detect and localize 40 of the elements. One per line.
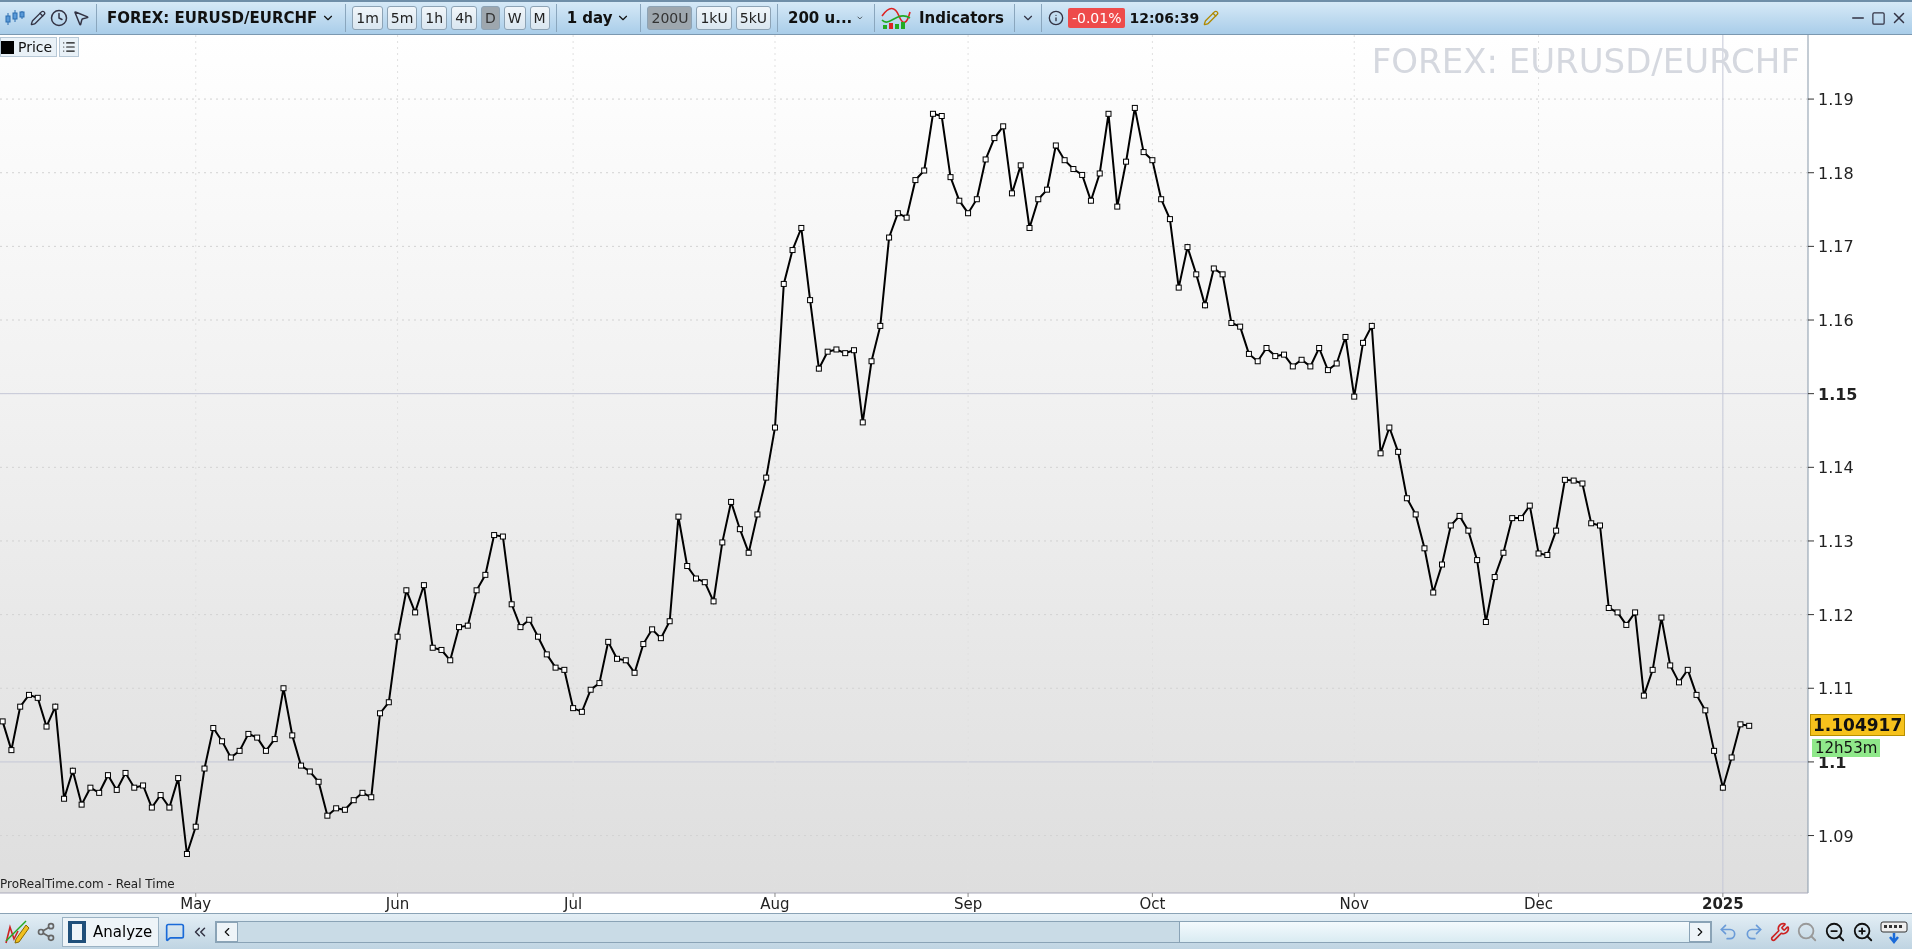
- axis-label: 2025: [1702, 895, 1744, 913]
- period-button[interactable]: 4h: [451, 6, 477, 30]
- countdown-label: 12h53m: [1812, 738, 1881, 757]
- axis-label: 1.11: [1818, 679, 1854, 699]
- axis-label: Oct: [1139, 895, 1166, 913]
- period-button[interactable]: 1m: [352, 6, 383, 30]
- instrument-dropdown[interactable]: FOREX: EURUSD/EURCHF: [103, 9, 340, 27]
- axis-label: Nov: [1339, 895, 1369, 913]
- analyze-button[interactable]: Analyze: [62, 916, 160, 947]
- units-button[interactable]: 1kU: [696, 6, 732, 30]
- timeframe-dropdown[interactable]: 1 day: [562, 9, 635, 27]
- period-button[interactable]: M: [529, 6, 550, 30]
- period-button[interactable]: 5m: [386, 6, 418, 30]
- axis-label: 1.12: [1818, 605, 1854, 625]
- units-button[interactable]: 5kU: [735, 6, 771, 30]
- axis-label: Jun: [385, 895, 410, 913]
- period-button[interactable]: W: [503, 6, 526, 30]
- indicators-dropdown[interactable]: Indicators: [915, 9, 1008, 27]
- units-button[interactable]: 200U: [647, 6, 693, 30]
- axis-label: Aug: [760, 895, 790, 913]
- axis-label: May: [180, 895, 212, 913]
- axis-label: 1.13: [1818, 531, 1854, 551]
- axis-label: 1.14: [1818, 458, 1854, 478]
- axis-label: 1.17: [1818, 237, 1854, 257]
- legend-item[interactable]: Price: [0, 37, 58, 57]
- axis-label: Dec: [1524, 895, 1554, 913]
- change-badge: -0.01%: [1067, 8, 1126, 28]
- axis-label: 1.15: [1818, 384, 1858, 404]
- source-label: ProRealTime.com - Real Time: [0, 877, 175, 891]
- axis-label: 1.18: [1818, 163, 1854, 183]
- axis-label: Jul: [564, 895, 583, 913]
- axis-label: Sep: [953, 895, 983, 913]
- axis-label: 1.16: [1818, 311, 1854, 330]
- axis-label: 1.09: [1818, 826, 1854, 846]
- period-button[interactable]: 1h: [421, 6, 448, 30]
- last-price-label: 1.104917: [1810, 713, 1906, 736]
- axis-label: 1.19: [1818, 90, 1854, 110]
- units-dropdown[interactable]: 200 u...: [784, 9, 868, 27]
- clock-time: 12:06:39: [1129, 10, 1200, 26]
- period-button[interactable]: D: [480, 6, 500, 30]
